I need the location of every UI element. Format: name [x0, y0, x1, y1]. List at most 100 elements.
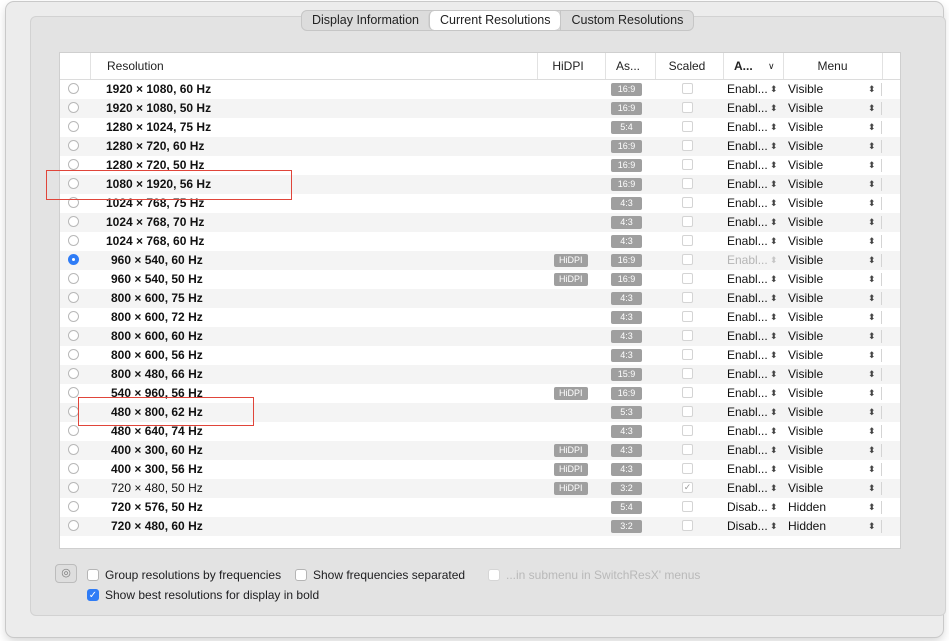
table-row[interactable]: 960 × 540, 50 Hz HiDPI 16:9 Enabl... ⬍ Visibl…: [60, 270, 900, 289]
row-radio-button[interactable]: [68, 121, 79, 132]
menu-visibility-popup[interactable]: Visible: [788, 99, 823, 118]
table-row[interactable]: 1280 × 1024, 75 Hz 5:4 Enabl... ⬍ Visible ⬍: [60, 118, 900, 137]
menu-stepper-icon[interactable]: ⬍: [868, 460, 876, 479]
availability-stepper-icon[interactable]: ⬍: [770, 156, 778, 175]
menu-stepper-icon[interactable]: ⬍: [868, 422, 876, 441]
table-row[interactable]: 400 × 300, 60 Hz HiDPI 4:3 Enabl... ⬍ Visible…: [60, 441, 900, 460]
availability-stepper-icon[interactable]: ⬍: [770, 289, 778, 308]
menu-stepper-icon[interactable]: ⬍: [868, 99, 876, 118]
scaled-checkbox[interactable]: [682, 102, 693, 113]
scaled-checkbox[interactable]: [682, 83, 693, 94]
menu-visibility-popup[interactable]: Visible: [788, 232, 823, 251]
menu-visibility-popup[interactable]: Hidden: [788, 517, 826, 536]
row-radio-button[interactable]: [68, 178, 79, 189]
scaled-checkbox[interactable]: [682, 387, 693, 398]
menu-visibility-popup[interactable]: Visible: [788, 460, 823, 479]
show-best-bold-option[interactable]: ✓ Show best resolutions for display in b…: [87, 588, 319, 602]
column-hidpi[interactable]: HiDPI: [537, 53, 598, 79]
menu-stepper-icon[interactable]: ⬍: [868, 232, 876, 251]
row-radio-button[interactable]: [68, 102, 79, 113]
menu-stepper-icon[interactable]: ⬍: [868, 384, 876, 403]
column-availability-chevron-icon[interactable]: ∨: [768, 53, 780, 79]
availability-stepper-icon[interactable]: ⬍: [770, 384, 778, 403]
group-by-frequencies-option[interactable]: Group resolutions by frequencies: [87, 568, 281, 582]
menu-visibility-popup[interactable]: Visible: [788, 327, 823, 346]
menu-visibility-popup[interactable]: Hidden: [788, 498, 826, 517]
row-radio-button[interactable]: [68, 83, 79, 94]
row-radio-button[interactable]: [68, 159, 79, 170]
table-row[interactable]: 1280 × 720, 60 Hz 16:9 Enabl... ⬍ Visible ⬍: [60, 137, 900, 156]
menu-visibility-popup[interactable]: Visible: [788, 80, 823, 99]
scaled-checkbox[interactable]: [682, 178, 693, 189]
menu-visibility-popup[interactable]: Visible: [788, 346, 823, 365]
availability-stepper-icon[interactable]: ⬍: [770, 118, 778, 137]
menu-visibility-popup[interactable]: Visible: [788, 365, 823, 384]
menu-stepper-icon[interactable]: ⬍: [868, 80, 876, 99]
show-frequencies-separated-option[interactable]: Show frequencies separated: [295, 568, 465, 582]
table-row[interactable]: 1080 × 1920, 56 Hz 16:9 Enabl... ⬍ Visible ⬍: [60, 175, 900, 194]
availability-stepper-icon[interactable]: ⬍: [770, 308, 778, 327]
menu-visibility-popup[interactable]: Visible: [788, 156, 823, 175]
table-row[interactable]: 480 × 640, 74 Hz 4:3 Enabl... ⬍ Visible ⬍: [60, 422, 900, 441]
table-row[interactable]: 720 × 576, 50 Hz 5:4 Disab... ⬍ Hidden ⬍: [60, 498, 900, 517]
menu-stepper-icon[interactable]: ⬍: [868, 479, 876, 498]
availability-stepper-icon[interactable]: ⬍: [770, 498, 778, 517]
table-row[interactable]: 800 × 600, 75 Hz 4:3 Enabl... ⬍ Visible ⬍: [60, 289, 900, 308]
row-radio-button[interactable]: [68, 406, 79, 417]
menu-stepper-icon[interactable]: ⬍: [868, 403, 876, 422]
menu-visibility-popup[interactable]: Visible: [788, 251, 823, 270]
availability-stepper-icon[interactable]: ⬍: [770, 422, 778, 441]
row-radio-button[interactable]: [68, 216, 79, 227]
scaled-checkbox[interactable]: [682, 235, 693, 246]
table-row[interactable]: 1920 × 1080, 50 Hz 16:9 Enabl... ⬍ Visible ⬍: [60, 99, 900, 118]
scaled-checkbox[interactable]: [682, 463, 693, 474]
menu-stepper-icon[interactable]: ⬍: [868, 194, 876, 213]
menu-stepper-icon[interactable]: ⬍: [868, 289, 876, 308]
row-radio-button[interactable]: [68, 254, 79, 265]
row-radio-button[interactable]: [68, 425, 79, 436]
menu-visibility-popup[interactable]: Visible: [788, 175, 823, 194]
column-aspect[interactable]: As...: [605, 53, 650, 79]
menu-stepper-icon[interactable]: ⬍: [868, 270, 876, 289]
table-row[interactable]: 1024 × 768, 70 Hz 4:3 Enabl... ⬍ Visible ⬍: [60, 213, 900, 232]
menu-stepper-icon[interactable]: ⬍: [868, 517, 876, 536]
row-radio-button[interactable]: [68, 197, 79, 208]
scaled-checkbox[interactable]: [682, 216, 693, 227]
availability-stepper-icon[interactable]: ⬍: [770, 270, 778, 289]
menu-stepper-icon[interactable]: ⬍: [868, 498, 876, 517]
scaled-checkbox[interactable]: [682, 254, 693, 265]
menu-stepper-icon[interactable]: ⬍: [868, 118, 876, 137]
group-by-frequencies-checkbox[interactable]: [87, 569, 99, 581]
tab-display-information[interactable]: Display Information: [302, 11, 429, 30]
menu-visibility-popup[interactable]: Visible: [788, 479, 823, 498]
scaled-checkbox[interactable]: [682, 501, 693, 512]
table-row[interactable]: 960 × 540, 60 Hz HiDPI 16:9 Enabl... ⬍ Visibl…: [60, 251, 900, 270]
scaled-checkbox[interactable]: [682, 520, 693, 531]
table-row[interactable]: 800 × 480, 66 Hz 15:9 Enabl... ⬍ Visible ⬍: [60, 365, 900, 384]
availability-stepper-icon[interactable]: ⬍: [770, 365, 778, 384]
table-row[interactable]: 540 × 960, 56 Hz HiDPI 16:9 Enabl... ⬍ Visibl…: [60, 384, 900, 403]
scaled-checkbox[interactable]: [682, 140, 693, 151]
menu-visibility-popup[interactable]: Visible: [788, 384, 823, 403]
table-row[interactable]: 480 × 800, 62 Hz 5:3 Enabl... ⬍ Visible ⬍: [60, 403, 900, 422]
row-radio-button[interactable]: [68, 311, 79, 322]
scaled-checkbox[interactable]: [682, 197, 693, 208]
menu-visibility-popup[interactable]: Visible: [788, 213, 823, 232]
row-radio-button[interactable]: [68, 292, 79, 303]
table-row[interactable]: 1280 × 720, 50 Hz 16:9 Enabl... ⬍ Visible ⬍: [60, 156, 900, 175]
scaled-checkbox[interactable]: [682, 406, 693, 417]
availability-stepper-icon[interactable]: ⬍: [770, 517, 778, 536]
row-radio-button[interactable]: [68, 482, 79, 493]
availability-stepper-icon[interactable]: ⬍: [770, 175, 778, 194]
availability-stepper-icon[interactable]: ⬍: [770, 403, 778, 422]
row-radio-button[interactable]: [68, 463, 79, 474]
menu-stepper-icon[interactable]: ⬍: [868, 251, 876, 270]
availability-stepper-icon[interactable]: ⬍: [770, 346, 778, 365]
scaled-checkbox[interactable]: [682, 159, 693, 170]
table-row[interactable]: 1024 × 768, 60 Hz 4:3 Enabl... ⬍ Visible ⬍: [60, 232, 900, 251]
menu-visibility-popup[interactable]: Visible: [788, 403, 823, 422]
scaled-checkbox[interactable]: [682, 311, 693, 322]
show-frequencies-separated-checkbox[interactable]: [295, 569, 307, 581]
row-radio-button[interactable]: [68, 368, 79, 379]
availability-stepper-icon[interactable]: ⬍: [770, 327, 778, 346]
